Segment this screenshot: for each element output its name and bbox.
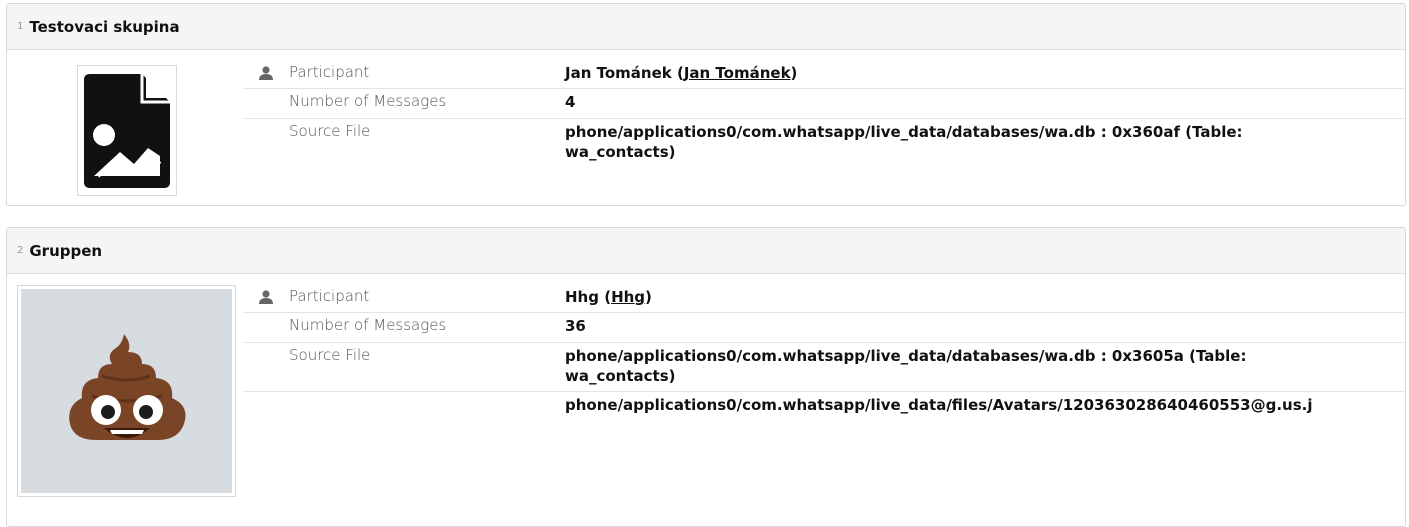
poop-emoji-avatar xyxy=(68,334,185,440)
card-header: 2 Gruppen xyxy=(7,228,1405,274)
messages-value: 4 xyxy=(565,93,576,112)
card-index: 1 xyxy=(17,21,24,32)
participant-open-paren: ( xyxy=(598,288,612,306)
chat-card: 1 Testovaci skupina Participant Jan Tomá… xyxy=(6,3,1406,206)
source-label: Source File xyxy=(289,345,371,364)
person-icon xyxy=(259,66,273,80)
messages-row: Number of Messages 36 xyxy=(243,313,1405,343)
participant-link[interactable]: Jan Tománek xyxy=(684,64,791,82)
participant-close-paren: ) xyxy=(790,64,798,82)
participant-row: Participant Jan Tománek (Jan Tománek) xyxy=(243,60,1405,90)
source-row-2: phone/applications0/com.whatsapp/live_da… xyxy=(243,392,1405,420)
participant-open-paren: ( xyxy=(671,64,684,82)
source-value: phone/applications0/com.whatsapp/live_da… xyxy=(565,346,1247,385)
person-icon xyxy=(259,290,273,304)
participant-name: Hhg xyxy=(565,288,599,306)
chat-thumbnail[interactable] xyxy=(77,65,177,196)
participant-name: Jan Tománek xyxy=(565,64,672,82)
messages-label: Number of Messages xyxy=(289,316,447,335)
card-title: Gruppen xyxy=(29,241,103,260)
participant-close-paren: ) xyxy=(645,288,652,306)
participant-row: Participant Hhg (Hhg) xyxy=(243,284,1405,314)
messages-row: Number of Messages 4 xyxy=(243,89,1405,119)
participant-value: Jan Tománek (Jan Tománek) xyxy=(565,60,1405,88)
card-header: 1 Testovaci skupina xyxy=(7,4,1405,50)
chat-card: 2 Gruppen Participant Hhg (Hhg) Number o… xyxy=(6,227,1406,527)
source-label: Source File xyxy=(289,121,371,140)
broken-image-icon xyxy=(84,73,170,188)
participant-label: Participant xyxy=(289,287,370,305)
source-value: phone/applications0/com.whatsapp/live_da… xyxy=(565,122,1243,161)
source-row: Source File phone/applications0/com.what… xyxy=(243,343,1405,392)
card-title: Testovaci skupina xyxy=(29,17,180,36)
card-index: 2 xyxy=(17,245,24,256)
chat-thumbnail[interactable] xyxy=(17,285,236,497)
source-value-2: phone/applications0/com.whatsapp/live_da… xyxy=(565,396,1313,414)
participant-label: Participant xyxy=(289,63,370,81)
field-list: Participant Jan Tománek (Jan Tománek) Nu… xyxy=(243,60,1405,168)
source-row: Source File phone/applications0/com.what… xyxy=(243,119,1405,168)
messages-value: 36 xyxy=(565,317,586,336)
messages-label: Number of Messages xyxy=(289,92,447,111)
field-list: Participant Hhg (Hhg) Number of Messages… xyxy=(243,284,1405,420)
participant-link[interactable]: Hhg xyxy=(611,288,645,306)
participant-value: Hhg (Hhg) xyxy=(565,284,1405,312)
